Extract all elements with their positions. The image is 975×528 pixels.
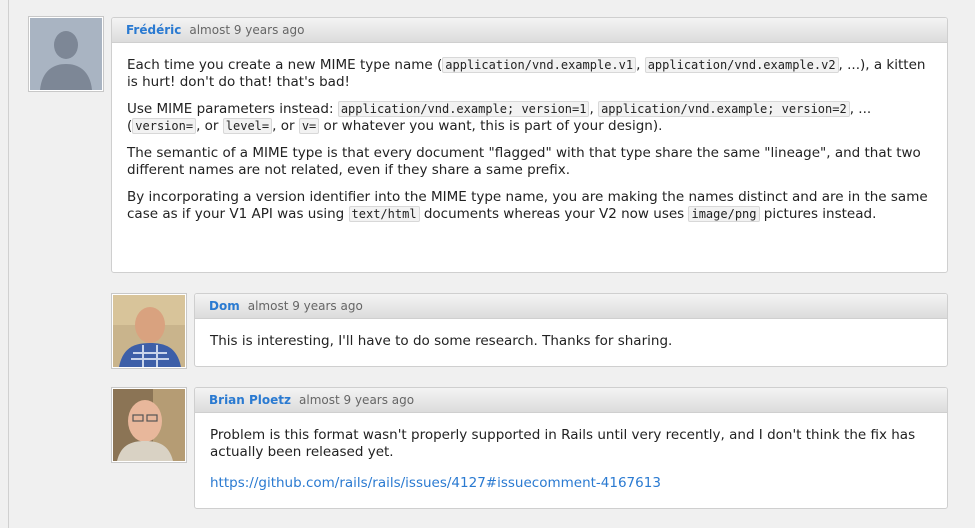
comment-body: This is interesting, I'll have to do som… <box>195 319 947 366</box>
text: Use MIME parameters instead: <box>127 101 338 117</box>
paragraph: https://github.com/rails/rails/issues/41… <box>210 475 931 492</box>
comment-header: Brian Ploetz almost 9 years ago <box>195 388 947 413</box>
paragraph: The semantic of a MIME type is that ever… <box>127 145 921 178</box>
comment-header: Frédéric almost 9 years ago <box>112 18 947 43</box>
paragraph: This is interesting, I'll have to do som… <box>210 333 673 349</box>
text: documents whereas your V2 now uses <box>419 206 689 222</box>
text: , or <box>196 118 223 134</box>
text: , <box>589 101 599 117</box>
paragraph: Each time you create a new MIME type nam… <box>127 57 931 91</box>
code-snippet: application/vnd.example; version=1 <box>337 101 590 117</box>
text: Each time you create a new MIME type nam… <box>127 57 443 73</box>
text: , or <box>272 118 299 134</box>
avatar[interactable] <box>28 16 104 92</box>
comment-body: Problem is this format wasn't properly s… <box>195 413 947 508</box>
code-snippet: text/html <box>348 206 420 222</box>
default-avatar-icon <box>30 18 102 90</box>
code-snippet: application/vnd.example.v2 <box>644 57 839 73</box>
text: or whatever you want, this is part of yo… <box>319 118 663 134</box>
comment-card: Dom almost 9 years ago This is interestin… <box>194 293 948 367</box>
comment-header: Dom almost 9 years ago <box>195 294 947 319</box>
paragraph: By incorporating a version identifier in… <box>127 189 931 223</box>
avatar[interactable] <box>111 387 187 463</box>
comment-card: Brian Ploetz almost 9 years ago Problem i… <box>194 387 948 509</box>
text: pictures instead. <box>759 206 877 222</box>
timestamp: almost 9 years ago <box>299 393 415 407</box>
comment-card: Frédéric almost 9 years ago Each time you… <box>111 17 948 273</box>
paragraph: Use MIME parameters instead: application… <box>127 101 931 135</box>
left-border <box>8 0 9 528</box>
author-name[interactable]: Frédéric <box>126 23 181 37</box>
author-name[interactable]: Brian Ploetz <box>209 393 291 407</box>
paragraph: Problem is this format wasn't properly s… <box>210 427 916 460</box>
avatar[interactable] <box>111 293 187 369</box>
text: , <box>636 57 645 73</box>
issue-link[interactable]: https://github.com/rails/rails/issues/41… <box>210 475 661 491</box>
code-snippet: level= <box>222 118 273 134</box>
code-snippet: image/png <box>688 206 760 222</box>
comment-body: Each time you create a new MIME type nam… <box>112 43 947 243</box>
timestamp: almost 9 years ago <box>189 23 305 37</box>
code-snippet: application/vnd.example; version=2 <box>598 101 850 117</box>
code-snippet: application/vnd.example.v1 <box>442 57 637 73</box>
user-photo-icon <box>113 389 185 461</box>
user-photo-icon <box>113 295 185 367</box>
author-name[interactable]: Dom <box>209 299 240 313</box>
timestamp: almost 9 years ago <box>247 299 363 313</box>
code-snippet: version= <box>132 118 197 134</box>
code-snippet: v= <box>298 118 320 134</box>
